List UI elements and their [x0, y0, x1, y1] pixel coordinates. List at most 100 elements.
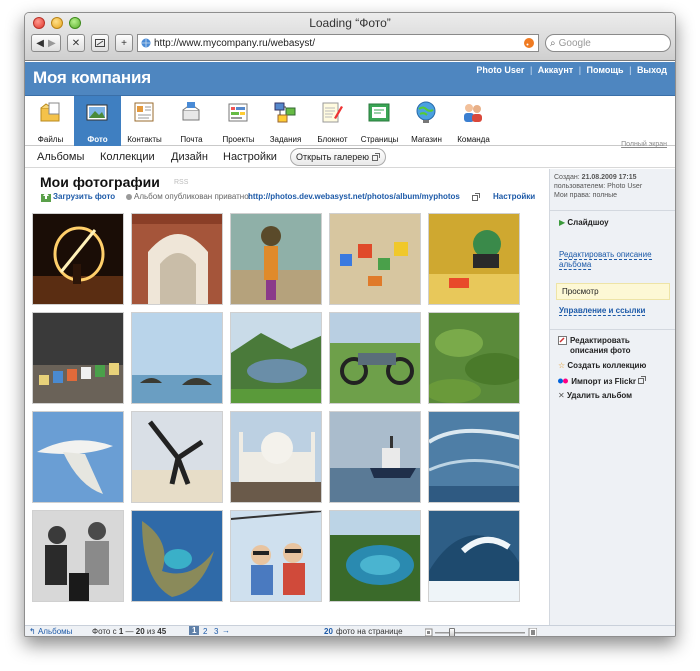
- sidebar-divider: [550, 210, 675, 211]
- photo-thumbnail[interactable]: [428, 411, 520, 503]
- tasks-icon: [274, 102, 296, 123]
- fire-spinning-image: [33, 214, 123, 304]
- app-label: Почта: [180, 135, 203, 144]
- app-shop[interactable]: Магазин: [403, 96, 450, 146]
- photo-thumbnail[interactable]: [329, 312, 421, 404]
- forward-icon[interactable]: ▶: [48, 38, 56, 49]
- help-link[interactable]: Помощь: [587, 65, 624, 75]
- photo-thumbnail[interactable]: [131, 510, 223, 602]
- snapback-button[interactable]: [91, 34, 109, 52]
- search-input[interactable]: ⌕ Google: [545, 34, 671, 52]
- app-mail[interactable]: Почта: [168, 96, 215, 146]
- user-link[interactable]: Photo User: [476, 65, 524, 75]
- tab-collections[interactable]: Коллекции: [100, 151, 155, 163]
- pages-icon: [368, 103, 390, 122]
- logout-link[interactable]: Выход: [637, 65, 667, 75]
- account-link[interactable]: Аккаунт: [538, 65, 573, 75]
- page-2-link[interactable]: 2: [203, 627, 207, 636]
- per-page-count[interactable]: 20: [324, 627, 333, 636]
- app-files[interactable]: Файлы: [27, 96, 74, 146]
- app-tasks[interactable]: Задания: [262, 96, 309, 146]
- photo-thumbnail[interactable]: [32, 312, 124, 404]
- photo-thumbnail[interactable]: [329, 510, 421, 602]
- green-hills-image: [429, 313, 519, 403]
- edit-album-description-link[interactable]: Редактировать описание альбома: [559, 250, 671, 270]
- photo-thumbnail[interactable]: [329, 213, 421, 305]
- open-gallery-label: Открыть галерею: [296, 152, 369, 162]
- taj-mahal-image: [231, 412, 321, 502]
- page-1-button[interactable]: 1: [189, 626, 200, 635]
- shop-icon: [416, 101, 436, 123]
- add-bookmark-button[interactable]: +: [115, 34, 133, 52]
- next-page-arrow[interactable]: →: [222, 626, 230, 635]
- range-from: 1: [118, 627, 124, 636]
- tab-settings[interactable]: Настройки: [223, 151, 277, 163]
- rss-label[interactable]: RSS: [174, 179, 188, 186]
- upload-photo-link[interactable]: Загрузить фото: [53, 192, 115, 201]
- plus-icon: +: [121, 37, 127, 49]
- app-contacts[interactable]: Контакты: [121, 96, 168, 146]
- create-collection-button[interactable]: ☆ Создать коллекцию: [558, 361, 646, 370]
- external-link-icon[interactable]: [472, 193, 480, 201]
- page-3-link[interactable]: 3: [214, 627, 218, 636]
- photo-thumbnail[interactable]: [329, 411, 421, 503]
- fullscreen-link[interactable]: Полный экран: [621, 141, 667, 148]
- import-flickr-button[interactable]: Импорт из Flickr: [558, 376, 647, 386]
- app-team[interactable]: Команда: [450, 96, 497, 146]
- thumbnail-size-slider[interactable]: [424, 627, 538, 636]
- photo-thumbnail[interactable]: [131, 213, 223, 305]
- photo-thumbnail[interactable]: [32, 213, 124, 305]
- company-name[interactable]: Моя компания: [33, 68, 151, 88]
- play-icon: ▶: [559, 218, 566, 227]
- open-gallery-button[interactable]: Открыть галерею: [290, 148, 386, 166]
- rss-feed-icon[interactable]: [524, 38, 534, 48]
- import-flickr-label: Импорт из Flickr: [571, 377, 637, 386]
- manage-links-link[interactable]: Управление и ссылки: [559, 306, 646, 316]
- photo-thumbnail[interactable]: [230, 213, 322, 305]
- photo-thumbnail[interactable]: [428, 312, 520, 404]
- upload-photo-icon[interactable]: [41, 192, 51, 202]
- delete-icon: ✕: [558, 391, 565, 400]
- created-label: Создан:: [554, 174, 580, 181]
- back-forward-buttons[interactable]: ◀ ▶: [31, 34, 61, 52]
- album-meta: Создан: 21.08.2009 17:15 пользователем: …: [554, 173, 642, 200]
- back-albums-button[interactable]: ↰ Альбомы: [29, 627, 72, 636]
- slider-handle[interactable]: [449, 628, 455, 636]
- photo-thumbnail[interactable]: [131, 312, 223, 404]
- address-text[interactable]: http://www.mycompany.ru/webasyst/: [154, 38, 315, 49]
- photo-thumbnail[interactable]: [428, 510, 520, 602]
- tab-albums[interactable]: Альбомы: [37, 151, 84, 163]
- photo-thumbnail[interactable]: [428, 213, 520, 305]
- user-value: Photo User: [607, 183, 643, 190]
- photo-thumbnail[interactable]: [230, 411, 322, 503]
- view-mode-item[interactable]: Просмотр: [556, 283, 670, 300]
- range-total: 45: [157, 627, 167, 636]
- men-bw-image: [33, 511, 123, 601]
- stop-button[interactable]: ✕: [67, 34, 85, 52]
- photo-thumbnail[interactable]: [230, 312, 322, 404]
- address-bar[interactable]: http://www.mycompany.ru/webasyst/: [137, 34, 539, 52]
- app-label: Страницы: [360, 135, 399, 144]
- photo-thumbnail[interactable]: [131, 411, 223, 503]
- album-settings-link[interactable]: Настройки: [493, 192, 535, 201]
- notepad-icon: [322, 102, 343, 123]
- published-url-link[interactable]: http://photos.dev.webasyst.net/photos/al…: [248, 192, 460, 201]
- woman-basket-image: [231, 214, 321, 304]
- app-projects[interactable]: Проекты: [215, 96, 262, 146]
- albums-link-label: Альбомы: [37, 627, 73, 636]
- edit-photo-descriptions-button[interactable]: Редактировать описания фото: [558, 336, 668, 356]
- ocean-waves-image: [429, 412, 519, 502]
- app-notepad[interactable]: Блокнот: [309, 96, 356, 146]
- back-icon[interactable]: ◀: [36, 38, 44, 49]
- photo-thumbnail[interactable]: [230, 510, 322, 602]
- slideshow-button[interactable]: ▶ Слайдшоу: [559, 218, 609, 227]
- photo-thumbnail[interactable]: [32, 411, 124, 503]
- app-pages[interactable]: Страницы: [356, 96, 403, 146]
- rights-value: полные: [592, 192, 618, 199]
- tab-design[interactable]: Дизайн: [171, 151, 208, 163]
- browser-toolbar: Loading “Фото” ◀ ▶ ✕ + http://www.mycompa…: [25, 13, 675, 61]
- app-photo[interactable]: Фото: [74, 96, 121, 146]
- delete-album-button[interactable]: ✕ Удалить альбом: [558, 391, 632, 400]
- photo-thumbnail[interactable]: [32, 510, 124, 602]
- status-dot-icon: [126, 194, 132, 200]
